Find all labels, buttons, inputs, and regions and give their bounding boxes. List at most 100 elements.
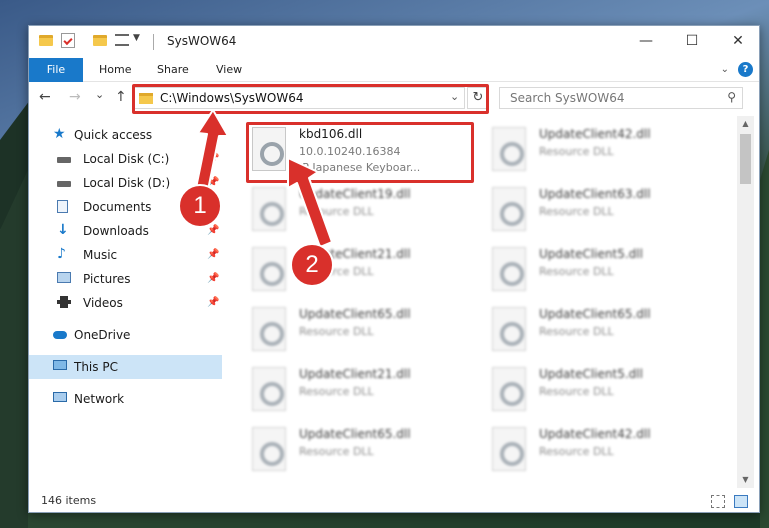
status-bar: 146 items [29, 491, 759, 512]
file-name: UpdateClient65.dll [299, 307, 411, 321]
file-type: Resource DLL [299, 385, 374, 398]
file-type: Resource DLL [539, 325, 614, 338]
cloud-icon [53, 331, 67, 339]
file-item[interactable]: UpdateClient65.dll Resource DLL [247, 303, 477, 361]
dll-file-icon [492, 187, 526, 231]
sidebar-item-label: Downloads [83, 224, 149, 238]
pictures-icon [57, 272, 71, 283]
file-type: Resource DLL [539, 385, 614, 398]
help-icon[interactable]: ? [738, 62, 753, 77]
sidebar-item-onedrive[interactable]: OneDrive [29, 323, 222, 347]
scroll-thumb[interactable] [740, 134, 751, 184]
file-type: Resource DLL [539, 205, 614, 218]
tab-share[interactable]: Share [157, 58, 189, 82]
sidebar-item-label: Pictures [83, 272, 131, 286]
sidebar-item-network[interactable]: Network [29, 387, 222, 411]
videos-icon [57, 296, 71, 308]
file-name: UpdateClient63.dll [539, 187, 651, 201]
sidebar-item-music[interactable]: ♪ Music 📌 [29, 243, 222, 267]
download-icon: ↓ [57, 222, 69, 238]
close-button[interactable]: ✕ [715, 26, 759, 56]
file-name: UpdateClient5.dll [539, 367, 643, 381]
vertical-scrollbar[interactable]: ▲ ▼ [737, 116, 754, 488]
file-item[interactable]: UpdateClient42.dll Resource DLL [487, 423, 717, 481]
new-folder-icon[interactable] [93, 35, 107, 46]
properties-icon[interactable] [61, 33, 75, 48]
file-name: UpdateClient65.dll [539, 307, 651, 321]
file-name: UpdateClient5.dll [539, 247, 643, 261]
file-type: Resource DLL [299, 205, 374, 218]
search-icon: ⚲ [727, 90, 736, 104]
callout-1: 1 [178, 184, 222, 228]
dll-file-icon [492, 427, 526, 471]
pin-icon[interactable]: 📌 [207, 291, 219, 315]
file-item[interactable]: UpdateClient21.dll Resource DLL [247, 363, 477, 421]
tab-file[interactable]: File [29, 58, 83, 82]
file-highlight-box [246, 122, 474, 183]
folder-icon [39, 35, 53, 46]
address-highlight-box [132, 84, 489, 114]
large-icons-view-icon[interactable] [734, 495, 748, 508]
drive-icon [57, 157, 71, 163]
up-button[interactable]: ↑ [115, 89, 127, 105]
file-type: Resource DLL [539, 145, 614, 158]
maximize-button[interactable]: ☐ [669, 26, 715, 56]
sidebar-item-pictures[interactable]: Pictures 📌 [29, 267, 222, 291]
sidebar-item-label: Quick access [74, 128, 153, 142]
sidebar-item-quick-access[interactable]: ★ Quick access [29, 123, 222, 147]
sidebar-item-label: This PC [74, 360, 118, 374]
file-type: Resource DLL [299, 445, 374, 458]
tab-view[interactable]: View [216, 58, 242, 82]
expand-ribbon-icon[interactable]: ⌄ [721, 64, 729, 75]
customize-toolbar-icon[interactable] [115, 34, 129, 46]
file-name: UpdateClient65.dll [299, 427, 411, 441]
dll-file-icon [492, 367, 526, 411]
documents-icon [57, 200, 68, 213]
toolbar-dropdown-icon[interactable]: ▼ [133, 33, 140, 43]
dll-file-icon [492, 307, 526, 351]
file-type: Resource DLL [539, 445, 614, 458]
scroll-up-icon[interactable]: ▲ [737, 116, 754, 132]
file-item[interactable]: UpdateClient63.dll Resource DLL [487, 183, 717, 241]
window-title: SysWOW64 [167, 34, 237, 48]
file-item[interactable]: UpdateClient5.dll Resource DLL [487, 363, 717, 421]
minimize-button[interactable]: — [623, 26, 669, 56]
file-item[interactable]: UpdateClient65.dll Resource DLL [247, 423, 477, 481]
pin-icon[interactable]: 📌 [207, 243, 219, 267]
tab-home[interactable]: Home [99, 58, 131, 82]
file-item[interactable]: UpdateClient65.dll Resource DLL [487, 303, 717, 361]
title-separator [153, 34, 154, 50]
sidebar-item-label: Network [74, 392, 125, 406]
dll-file-icon [252, 247, 286, 291]
navigation-pane: ★ Quick access Local Disk (C:) 📌 Local D… [29, 121, 222, 491]
computer-icon [53, 360, 67, 370]
file-item[interactable]: UpdateClient5.dll Resource DLL [487, 243, 717, 301]
network-icon [53, 392, 67, 402]
dll-file-icon [492, 247, 526, 291]
sidebar-item-local-disk-c[interactable]: Local Disk (C:) 📌 [29, 147, 222, 171]
star-icon: ★ [53, 126, 66, 142]
sidebar-item-label: Documents [83, 200, 152, 214]
sidebar-item-videos[interactable]: Videos 📌 [29, 291, 222, 315]
dll-file-icon [252, 187, 286, 231]
search-input[interactable]: Search SysWOW64 ⚲ [499, 87, 743, 109]
scroll-down-icon[interactable]: ▼ [737, 472, 754, 488]
sidebar-item-label: OneDrive [74, 328, 131, 342]
pin-icon[interactable]: 📌 [207, 147, 219, 171]
details-view-icon[interactable] [711, 495, 725, 508]
recent-locations-button[interactable]: ⌄ [95, 88, 104, 101]
sidebar-item-label: Local Disk (D:) [83, 176, 171, 190]
dll-file-icon [252, 367, 286, 411]
ribbon-tabs: File Home Share View ⌄ ? [29, 58, 759, 82]
file-item[interactable]: UpdateClient21.dll Resource DLL [247, 243, 477, 301]
dll-file-icon [252, 427, 286, 471]
file-item[interactable]: UpdateClient42.dll Resource DLL [487, 123, 717, 181]
back-button[interactable]: ← [39, 89, 51, 105]
sidebar-item-this-pc[interactable]: This PC [29, 355, 222, 379]
pin-icon[interactable]: 📌 [207, 267, 219, 291]
item-count: 146 items [41, 494, 97, 507]
music-icon: ♪ [57, 246, 66, 262]
title-bar: ▼ SysWOW64 — ☐ ✕ [29, 26, 759, 58]
forward-button[interactable]: → [69, 89, 81, 105]
file-item[interactable]: UpdateClient19.dll Resource DLL [247, 183, 477, 241]
